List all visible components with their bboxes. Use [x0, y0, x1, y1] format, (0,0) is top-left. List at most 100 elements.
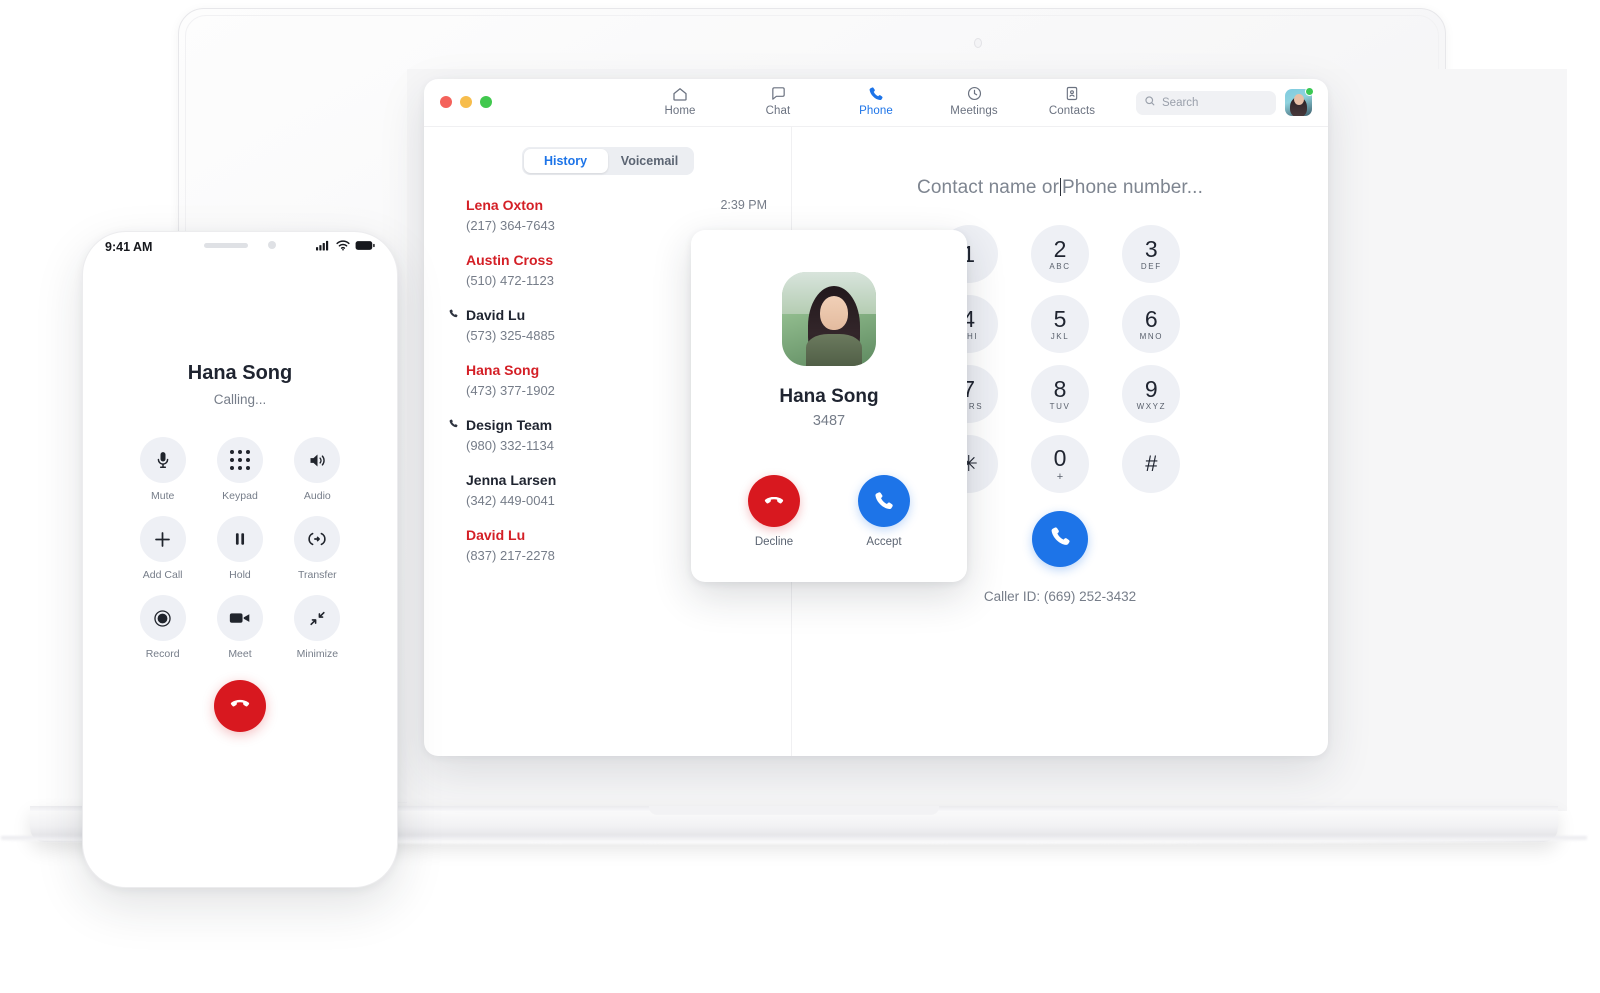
accept-button[interactable]: Accept: [858, 475, 910, 548]
dialpad-key-digit: 3: [1144, 236, 1158, 262]
dialer-placeholder-left: Contact name or: [917, 177, 1060, 198]
phone-icon: [1048, 524, 1073, 554]
nav-label-phone: Phone: [859, 105, 893, 117]
dialpad-key-digit: 0: [1053, 444, 1067, 471]
decline-label: Decline: [754, 536, 794, 548]
transfer-label: Transfer: [297, 569, 337, 581]
transfer-button[interactable]: Transfer: [294, 516, 341, 581]
status-icons: [316, 240, 375, 254]
minimize-button[interactable]: Minimize: [294, 595, 341, 660]
status-badge: [1305, 87, 1314, 96]
dialpad-key-letters: DEF: [1140, 262, 1162, 271]
maximize-button[interactable]: [480, 96, 492, 108]
dialpad-key-letters: TUV: [1049, 402, 1071, 411]
caller-name: Lena Oxton: [466, 197, 544, 213]
nav-item-meetings[interactable]: Meetings: [940, 84, 1008, 117]
minimize-label: Minimize: [296, 648, 339, 660]
outgoing-call-icon: [448, 305, 466, 322]
nav-label-chat: Chat: [765, 105, 791, 117]
hold-label: Hold: [229, 569, 251, 581]
dialpad-key-5[interactable]: 5 JKL: [1030, 295, 1089, 353]
incoming-call-dialog: Hana Song 3487 Decline Accept: [691, 230, 967, 582]
status-time: 9:41 AM: [105, 240, 153, 254]
incoming-caller-name: Hana Song: [779, 386, 879, 407]
record-icon: [139, 595, 186, 641]
mute-button[interactable]: Mute: [139, 437, 186, 502]
record-label: Record: [145, 648, 180, 660]
mobile-call-name: Hana Song: [187, 362, 293, 384]
record-button[interactable]: Record: [139, 595, 186, 660]
mobile-call-controls: Mute Keypad Audio Add Call Hold Transfer…: [124, 437, 356, 660]
microphone-icon: [139, 437, 186, 483]
tab-voicemail[interactable]: Voicemail: [608, 149, 692, 173]
front-camera-icon: [268, 241, 276, 249]
accept-label: Accept: [866, 536, 902, 548]
incoming-call-actions: Decline Accept: [691, 475, 967, 548]
earpiece-speaker: [204, 242, 248, 248]
dialpad-key-letters: JKL: [1050, 332, 1070, 341]
outgoing-call-icon: [448, 415, 466, 432]
nav-item-chat[interactable]: Chat: [744, 84, 812, 117]
search-icon: [1144, 94, 1156, 112]
pause-icon: [216, 516, 263, 562]
hangup-icon: [227, 691, 253, 722]
nav-item-contacts[interactable]: Contacts: [1038, 84, 1106, 117]
dialpad-key-8[interactable]: 8 TUV: [1030, 365, 1089, 423]
minimize-button[interactable]: [460, 96, 472, 108]
dialpad-key-digit: 2: [1053, 236, 1067, 262]
dialpad-key-letters: +: [1056, 470, 1064, 483]
contact-card-icon: [1064, 84, 1080, 103]
tab-history[interactable]: History: [523, 149, 608, 173]
minimize-icon: [294, 595, 341, 641]
outgoing-call-icon: [448, 360, 466, 363]
add-call-button[interactable]: Add Call: [139, 516, 186, 581]
dialpad-key-digit: 9: [1144, 376, 1158, 402]
nav-item-phone[interactable]: Phone: [842, 84, 910, 117]
outgoing-call-icon: [448, 195, 466, 198]
dialpad-key-digit: 8: [1053, 376, 1067, 402]
dial-call-button[interactable]: [1032, 511, 1088, 567]
dialpad-key-6[interactable]: 6 MNO: [1122, 295, 1181, 353]
laptop-trackpad-notch: [649, 806, 939, 815]
close-button[interactable]: [440, 96, 452, 108]
search-placeholder: Search: [1162, 97, 1199, 109]
nav-label-contacts: Contacts: [1048, 105, 1096, 117]
screenshot-root: Home Chat Phone Meetings Contacts Search…: [0, 0, 1600, 993]
outgoing-call-icon: [448, 250, 466, 253]
dialpad-key-0[interactable]: 0 +: [1030, 435, 1089, 493]
keypad-icon: [216, 437, 263, 483]
window-traffic-lights[interactable]: [440, 96, 492, 108]
dialer-input[interactable]: Contact name or Phone number...: [792, 177, 1328, 199]
dialpad-key-hash[interactable]: #: [1122, 435, 1181, 493]
phone-icon: [867, 84, 885, 103]
dialpad-key-digit: 6: [1144, 306, 1158, 332]
dialpad-key-3[interactable]: 3 DEF: [1122, 225, 1181, 283]
incoming-caller-extension: 3487: [812, 413, 846, 429]
avatar[interactable]: [1285, 87, 1314, 116]
caller-number: (217) 364-7643: [466, 218, 555, 233]
clock-icon: [966, 84, 983, 103]
outgoing-call-icon: [448, 470, 466, 473]
hangup-icon: [748, 475, 800, 527]
caller-id-label: Caller ID: (669) 252-3432: [983, 589, 1137, 604]
dialpad-key-9[interactable]: 9 WXYZ: [1122, 365, 1181, 423]
mobile-hangup-button[interactable]: [214, 680, 266, 732]
laptop-camera-icon: [974, 38, 982, 48]
dialpad-key-letters: WXYZ: [1136, 402, 1167, 411]
signal-icon: [316, 240, 331, 254]
decline-button[interactable]: Decline: [748, 475, 800, 548]
hold-button[interactable]: Hold: [216, 516, 263, 581]
contact-photo: [782, 272, 876, 366]
wifi-icon: [336, 240, 350, 254]
keypad-button[interactable]: Keypad: [216, 437, 263, 502]
dialpad-key-digit: #: [1145, 451, 1158, 476]
nav-label-meetings: Meetings: [950, 105, 998, 117]
outgoing-call-icon: [448, 525, 466, 528]
dialpad-key-2[interactable]: 2 ABC: [1030, 225, 1089, 283]
keypad-label: Keypad: [222, 490, 258, 502]
search-input[interactable]: Search: [1136, 91, 1276, 115]
nav-item-home[interactable]: Home: [646, 84, 714, 117]
audio-button[interactable]: Audio: [294, 437, 341, 502]
transfer-icon: [294, 516, 341, 562]
meet-button[interactable]: Meet: [216, 595, 263, 660]
